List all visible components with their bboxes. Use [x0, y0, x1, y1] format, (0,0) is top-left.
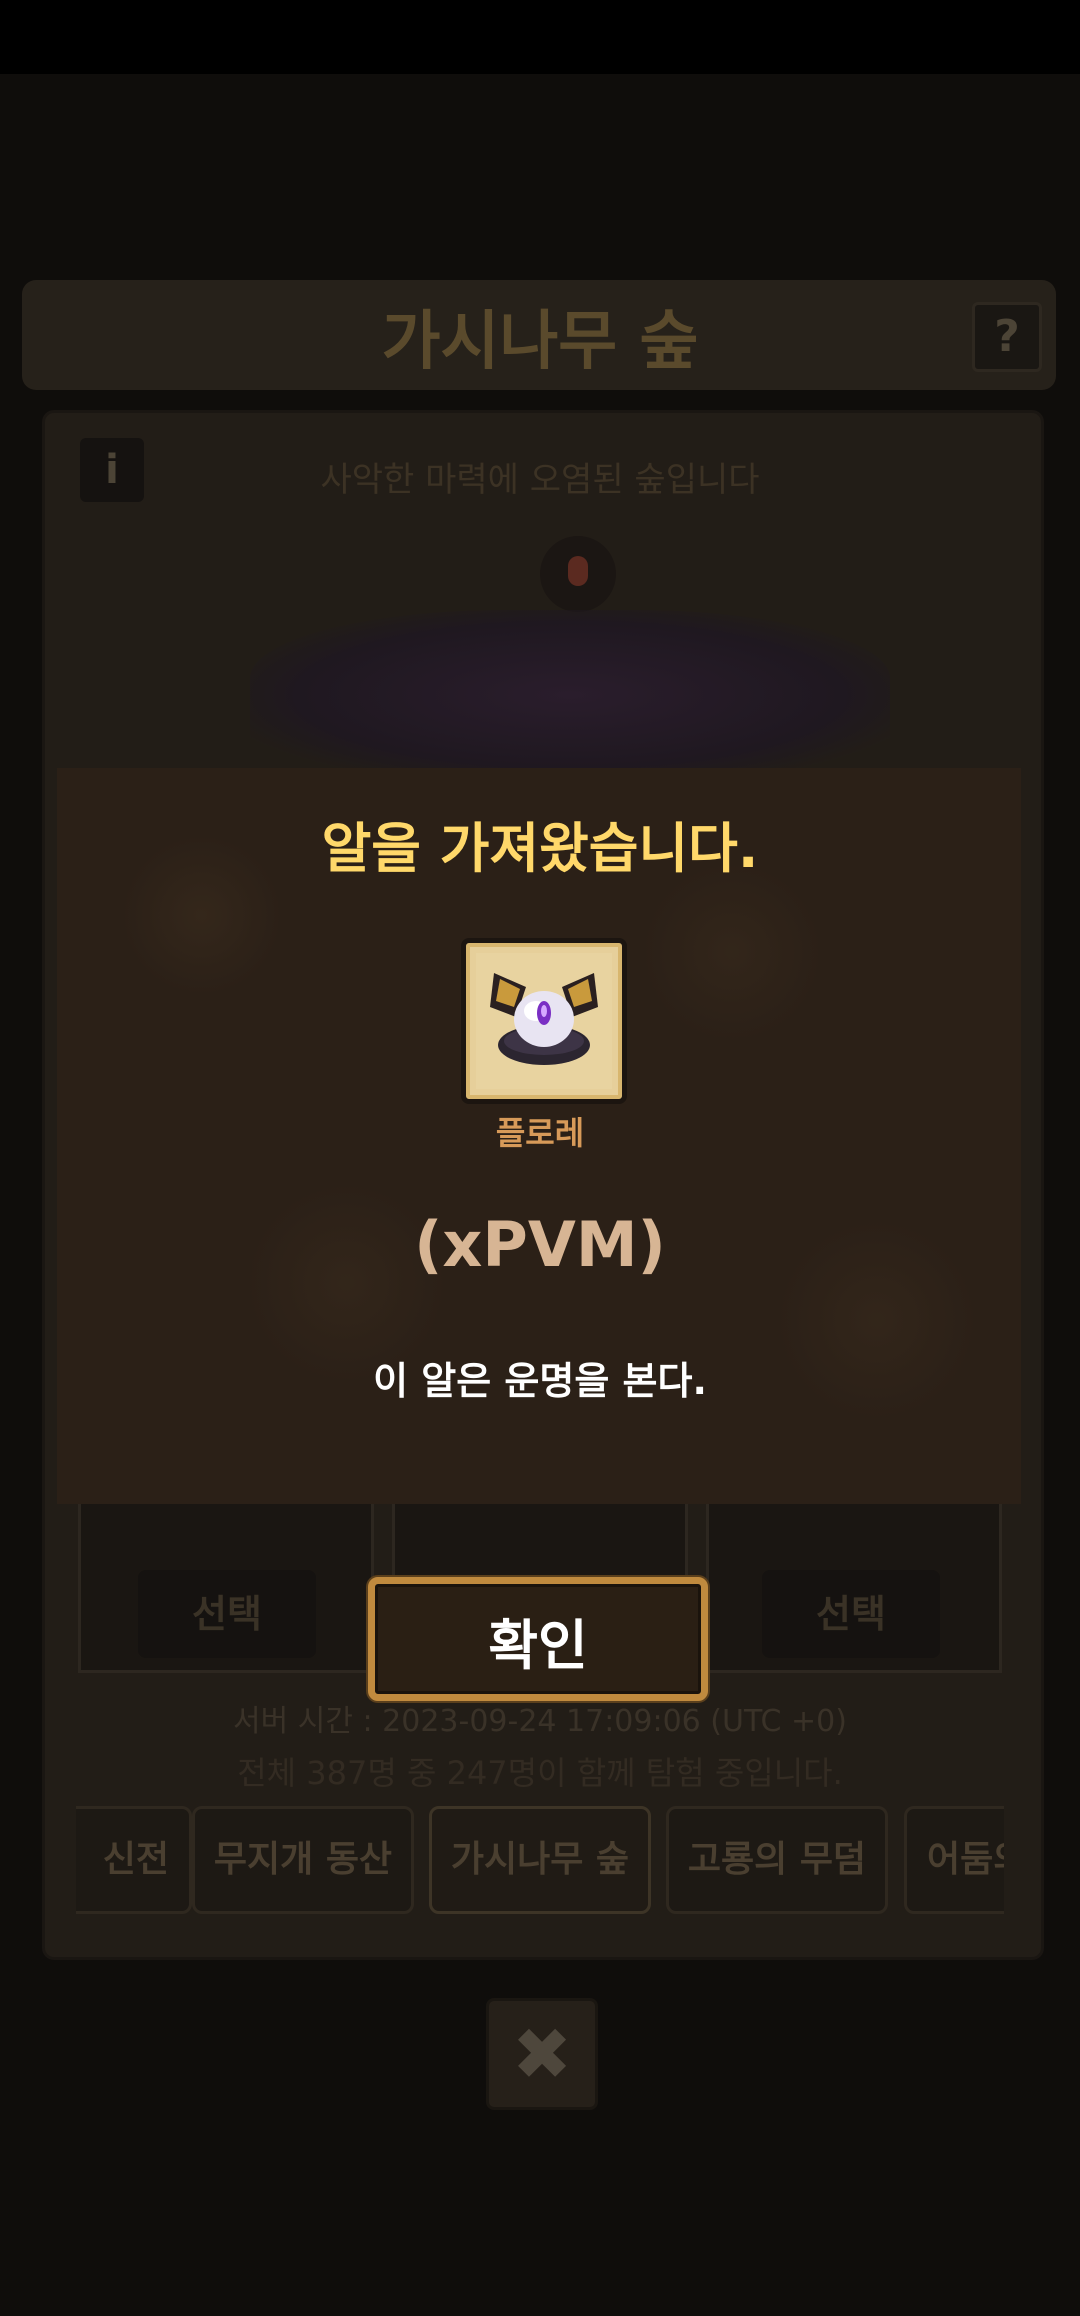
select-button-left[interactable]: 선택: [138, 1570, 316, 1658]
tab-dragon-tomb[interactable]: 고룡의 무덤: [666, 1806, 888, 1914]
dialog-title: 알을 가져왔습니다.: [321, 817, 759, 880]
egg-icon: [461, 938, 627, 1104]
tab-rainbow-hill[interactable]: 무지개 동산: [192, 1806, 414, 1914]
egg-name: 플로레: [495, 1114, 585, 1152]
egg-code: (xPVM): [414, 1208, 666, 1281]
close-icon: ✖: [511, 2012, 573, 2096]
tab-temple[interactable]: 신전: [76, 1806, 192, 1914]
tab-darkness[interactable]: 어둠의: [904, 1806, 1004, 1914]
stage-description: 사악한 마력에 오염된 숲입니다: [320, 460, 760, 500]
player-count: 전체 387명 중 247명이 함께 탐험 중입니다.: [237, 1754, 843, 1792]
help-button[interactable]: ?: [972, 302, 1042, 372]
question-icon: ?: [994, 311, 1020, 362]
select-button-right[interactable]: 선택: [762, 1570, 940, 1658]
boss-monster-image: [250, 610, 890, 780]
close-button[interactable]: ✖: [486, 1998, 598, 2110]
egg-description: 이 알은 운명을 본다.: [373, 1359, 707, 1403]
status-bar: [0, 0, 1080, 74]
stage-title: 가시나무 숲: [381, 305, 699, 379]
tab-thorn-forest[interactable]: 가시나무 숲: [429, 1806, 651, 1914]
confirm-button[interactable]: 확인: [368, 1577, 708, 1701]
map-pin-icon: [540, 536, 616, 612]
stage-tabs: 신전 무지개 동산 가시나무 숲 고룡의 무덤 어둠의: [76, 1806, 1004, 1914]
